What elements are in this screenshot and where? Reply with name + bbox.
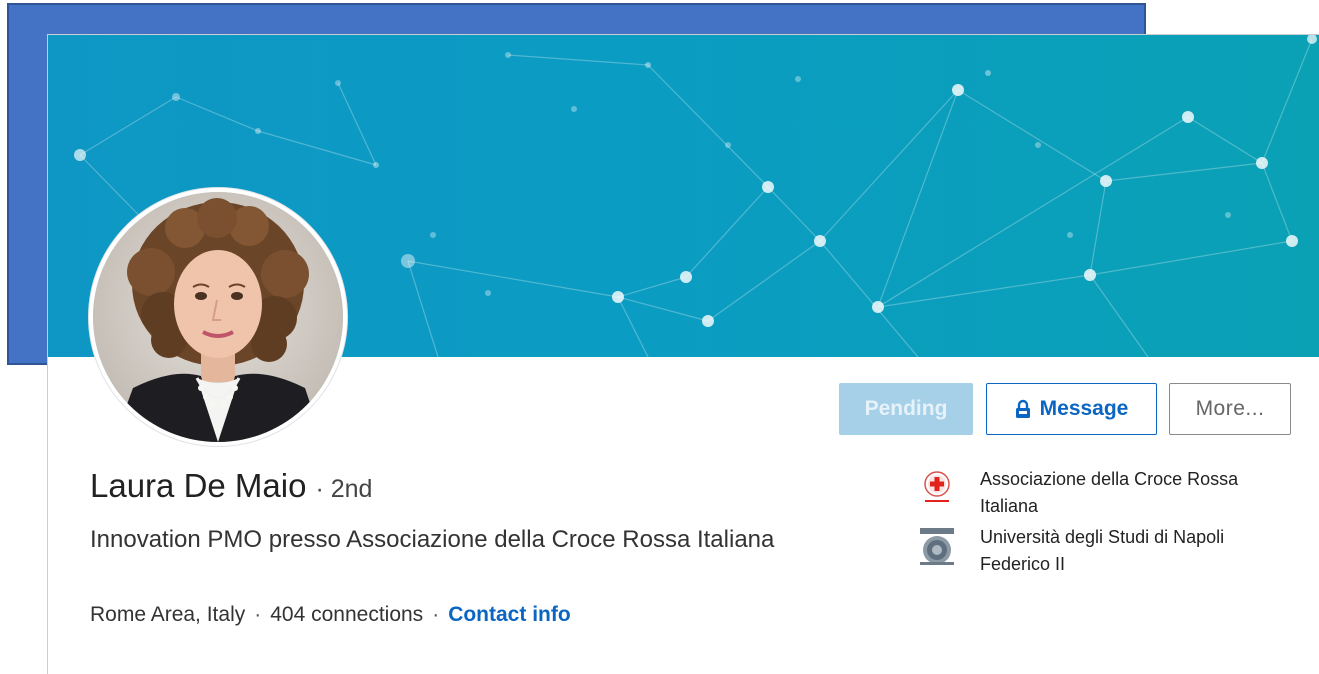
org-name: Università degli Studi di Napoli Federic… bbox=[980, 527, 1225, 574]
screenshot-stage: Pending Message More... Laura De Maio · … bbox=[0, 0, 1319, 674]
portrait-illustration bbox=[93, 192, 343, 442]
org-item-unina[interactable]: Università degli Studi di Napoli Federic… bbox=[918, 524, 1278, 578]
org-item-croce-rossa[interactable]: Associazione della Croce Rossa Italiana bbox=[918, 466, 1278, 520]
profile-headline: Innovation PMO presso Associazione della… bbox=[90, 526, 775, 553]
more-button[interactable]: More... bbox=[1169, 383, 1291, 435]
contact-info-link[interactable]: Contact info bbox=[448, 603, 570, 627]
org-list: Associazione della Croce Rossa Italiana … bbox=[918, 466, 1278, 582]
profile-photo[interactable] bbox=[89, 188, 347, 446]
profile-actions: Pending Message More... bbox=[839, 383, 1291, 435]
meta-separator: · bbox=[432, 603, 440, 626]
pending-button[interactable]: Pending bbox=[839, 383, 973, 435]
name-line: Laura De Maio · 2nd bbox=[90, 467, 372, 505]
meta-separator: · bbox=[254, 603, 262, 626]
message-button[interactable]: Message bbox=[986, 383, 1157, 435]
unina-logo bbox=[918, 524, 956, 568]
connection-degree: · 2nd bbox=[315, 475, 373, 503]
org-name: Associazione della Croce Rossa Italiana bbox=[980, 469, 1239, 516]
profile-name: Laura De Maio bbox=[90, 467, 307, 504]
connections-count[interactable]: 404 connections bbox=[270, 603, 423, 627]
profile-meta: Rome Area, Italy · 404 connections · Con… bbox=[90, 603, 571, 627]
profile-card: Pending Message More... Laura De Maio · … bbox=[47, 34, 1319, 674]
lock-icon bbox=[1015, 399, 1030, 418]
red-cross-logo bbox=[918, 466, 956, 510]
message-label: Message bbox=[1039, 397, 1129, 420]
profile-location: Rome Area, Italy bbox=[90, 603, 246, 626]
avatar bbox=[93, 192, 343, 442]
